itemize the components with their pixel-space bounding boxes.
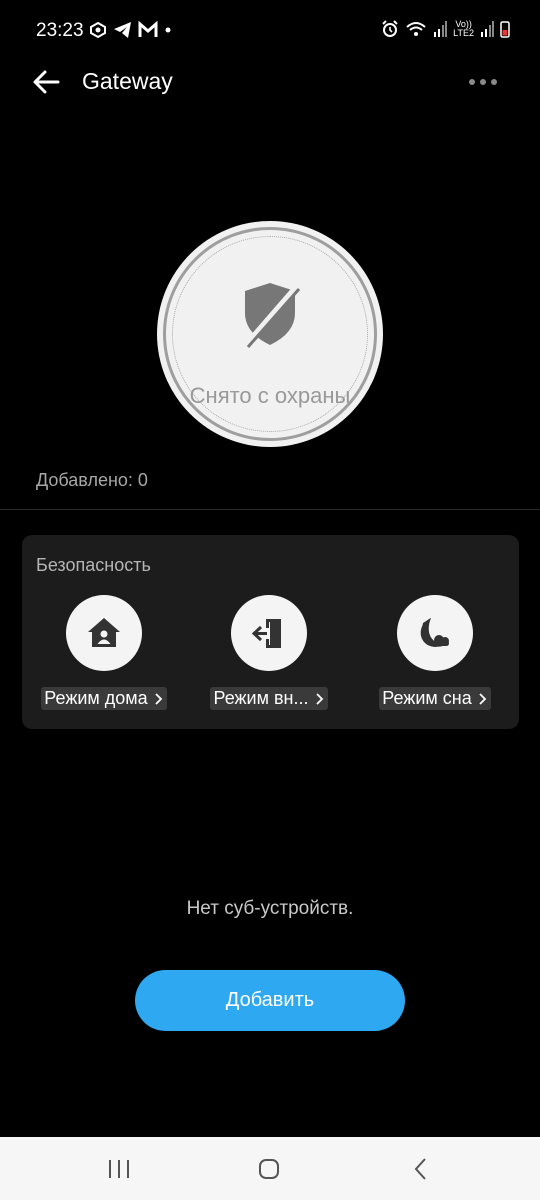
notification-icons bbox=[88, 21, 173, 39]
security-card: Безопасность Режим дома Режим вн... Режи… bbox=[22, 535, 519, 729]
divider bbox=[0, 509, 540, 510]
chevron-left-icon bbox=[414, 1158, 426, 1180]
alarm-icon bbox=[382, 20, 398, 37]
mode-home-button[interactable]: Режим дома bbox=[29, 595, 179, 715]
back-button[interactable] bbox=[30, 66, 62, 98]
telegram-icon bbox=[114, 22, 131, 38]
system-status-icons: Vo)) LTE2 bbox=[381, 20, 510, 38]
mode-sleep-button[interactable]: Режим сна bbox=[360, 595, 510, 715]
door-exit-icon bbox=[251, 619, 281, 648]
mode-sleep-label: Режим сна bbox=[379, 687, 491, 710]
more-notifications-dot-icon bbox=[165, 27, 171, 33]
gmail-icon bbox=[138, 21, 158, 37]
chevron-right-icon bbox=[155, 692, 162, 705]
signal-secondary-icon bbox=[481, 21, 494, 37]
arm-status-toggle[interactable]: Снято с охраны bbox=[157, 221, 383, 447]
more-options-button[interactable] bbox=[466, 70, 500, 94]
security-title: Безопасность bbox=[36, 555, 151, 575]
battery-low-icon bbox=[500, 21, 510, 38]
added-count: Добавлено: 0 bbox=[36, 470, 148, 490]
home-person-icon bbox=[88, 618, 120, 647]
mode-away-label: Режим вн... bbox=[210, 687, 328, 710]
shield-off-icon bbox=[242, 283, 301, 349]
back-nav-button[interactable] bbox=[406, 1155, 436, 1183]
home-circle-icon bbox=[259, 1159, 279, 1179]
status-bar: 23:23 Vo)) LTE2 bbox=[0, 0, 540, 62]
empty-state-text: Нет суб-устройств. bbox=[186, 898, 354, 919]
status-time: 23:23 bbox=[36, 20, 84, 41]
recent-apps-button[interactable] bbox=[105, 1155, 135, 1183]
signal-icon bbox=[434, 21, 448, 37]
wifi-icon bbox=[406, 22, 426, 36]
mode-home-label: Режим дома bbox=[41, 687, 167, 710]
vpn-key-icon bbox=[90, 21, 106, 39]
recent-apps-icon bbox=[109, 1160, 129, 1178]
mode-sleep-icon-circle bbox=[397, 595, 473, 671]
moon-cloud-icon bbox=[420, 618, 449, 647]
home-button[interactable] bbox=[254, 1155, 284, 1183]
chevron-right-icon bbox=[315, 692, 323, 705]
mode-away-icon-circle bbox=[231, 595, 307, 671]
chevron-right-icon bbox=[479, 692, 486, 705]
more-horizontal-icon bbox=[469, 79, 497, 85]
app-bar: Gateway bbox=[0, 58, 540, 104]
page-title: Gateway bbox=[82, 68, 173, 94]
mode-away-button[interactable]: Режим вн... bbox=[194, 595, 344, 715]
arm-status-label: Снято с охраны bbox=[189, 383, 351, 408]
arrow-left-icon bbox=[33, 70, 60, 94]
lte-indicator: Vo)) LTE2 bbox=[453, 19, 474, 38]
add-device-button[interactable]: Добавить bbox=[135, 970, 405, 1031]
system-navigation-bar bbox=[0, 1137, 540, 1200]
mode-home-icon-circle bbox=[66, 595, 142, 671]
